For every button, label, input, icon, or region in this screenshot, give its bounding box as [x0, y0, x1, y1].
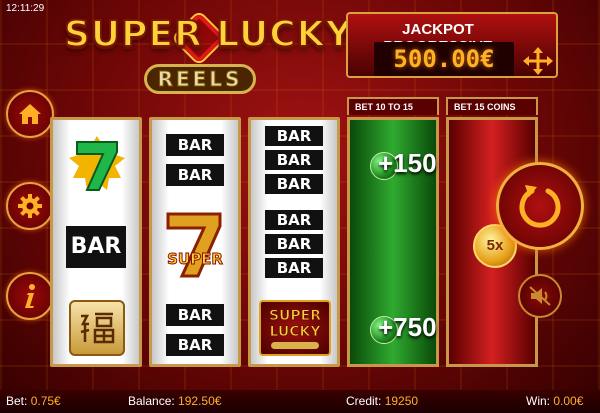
- bar-symbol: BAR: [265, 174, 323, 194]
- balance-display: Balance: 192.50€: [128, 394, 221, 408]
- logo-subtitle: REELS: [144, 64, 256, 94]
- green-top-amount: +150: [378, 148, 437, 178]
- home-button[interactable]: [6, 90, 54, 138]
- reel-3: BAR BAR BAR BAR BAR BAR SUPER LUCKY: [248, 117, 340, 367]
- reel-2: BAR BAR SUPER BAR BAR: [149, 117, 241, 367]
- bar-symbol: BAR: [265, 234, 323, 254]
- green-bonus-column: +150 +750: [347, 117, 439, 367]
- symbol-lucky-text: LUCKY: [269, 324, 321, 341]
- super-seven-symbol: SUPER: [162, 210, 228, 280]
- bar-symbol: BAR: [265, 126, 323, 146]
- super-lucky-symbol: SUPER LUCKY: [259, 300, 331, 356]
- green-column-label: BET 10 TO 15 COINS: [347, 97, 439, 128]
- win-label: Win:: [526, 394, 550, 408]
- reel-1: BAR: [50, 117, 142, 367]
- symbol-super-text: SUPER: [268, 308, 322, 325]
- info-icon: [25, 284, 35, 308]
- bar-symbol: BAR: [265, 258, 323, 278]
- green-bottom-amount: +750: [378, 312, 437, 342]
- balance-label: Balance:: [128, 394, 175, 408]
- super-seven-text: SUPER: [167, 250, 224, 269]
- status-clock: 12:11:29: [6, 3, 45, 14]
- credit-label: Credit:: [346, 394, 382, 408]
- bar-symbol: BAR: [166, 164, 224, 186]
- jackpot-amount: 500.00€: [374, 42, 514, 76]
- fortune-tile-symbol: [69, 300, 125, 356]
- mute-icon: [529, 286, 551, 306]
- bar-symbol: BAR: [166, 134, 224, 156]
- red-column-label: BET 15 COINS: [446, 97, 538, 115]
- settings-button[interactable]: [6, 182, 54, 230]
- info-button[interactable]: [6, 272, 54, 320]
- jackpot-panel: JACKPOT PROGRESSIVE 500.00€: [346, 12, 558, 78]
- spin-icon: [519, 185, 561, 228]
- bar-symbol: BAR: [166, 334, 224, 356]
- game-logo: SUPER LUCKY REELS: [63, 10, 353, 96]
- move-icon[interactable]: [520, 46, 556, 76]
- bar-symbol: BAR: [166, 304, 224, 326]
- status-bar: Bet: 0.75€ Balance: 192.50€ Credit: 1925…: [0, 390, 600, 413]
- credit-value: 19250: [384, 394, 419, 408]
- game-stage: 12:11:29 SUPER LUCKY REELS JACKPOT PROGR…: [0, 0, 600, 413]
- green-seven-symbol: [67, 134, 127, 196]
- bet-display: Bet: 0.75€: [6, 394, 61, 408]
- win-value: 0.00€: [553, 394, 584, 408]
- bet-value: 0.75€: [30, 394, 61, 408]
- spin-button[interactable]: [496, 162, 584, 250]
- credit-display: Credit: 19250: [346, 394, 418, 408]
- bet-label: Bet:: [6, 394, 28, 408]
- bar-symbol: BAR: [265, 210, 323, 230]
- bar-symbol: BAR: [265, 150, 323, 170]
- bar-symbol: BAR: [66, 226, 126, 268]
- home-icon: [19, 104, 41, 124]
- win-display: Win: 0.00€: [526, 394, 583, 408]
- mute-button[interactable]: [518, 274, 562, 318]
- symbol-reels-bar: [271, 342, 319, 349]
- logo-title: SUPER LUCKY: [63, 13, 353, 56]
- gear-icon: [18, 194, 42, 218]
- balance-value: 192.50€: [178, 394, 222, 408]
